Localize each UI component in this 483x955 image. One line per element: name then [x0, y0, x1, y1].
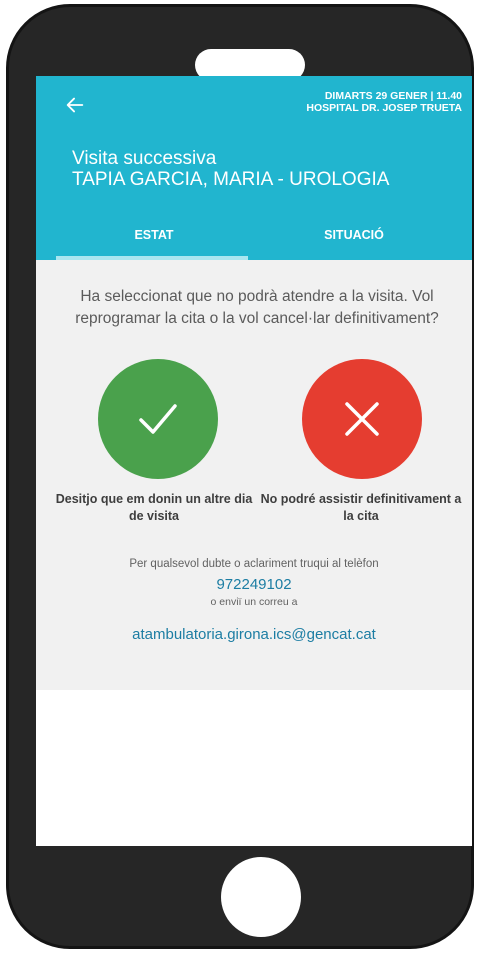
reschedule-label[interactable]: Desitjo que em donin un altre dia de vis…: [49, 491, 259, 525]
app-header: DIMARTS 29 GENER | 11.40 HOSPITAL DR. JO…: [36, 76, 472, 260]
home-button[interactable]: [221, 857, 301, 937]
email-intro: o enviï un correu a: [210, 596, 298, 608]
check-icon: [139, 404, 177, 434]
patient-service: TAPIA GARCIA, MARIA - UROLOGIA: [72, 169, 390, 190]
phone-link[interactable]: 972249102: [36, 576, 472, 593]
status-panel: Ha seleccionat que no podrà atendre a la…: [36, 260, 472, 690]
close-icon: [345, 402, 379, 436]
appointment-info: DIMARTS 29 GENER | 11.40 HOSPITAL DR. JO…: [306, 90, 462, 114]
contact-intro: Per qualsevol dubte o aclariment truqui …: [129, 558, 379, 570]
tab-situacio[interactable]: SITUACIÓ: [264, 228, 444, 242]
cancel-visit-label[interactable]: No podré assistir definitivament a la ci…: [256, 491, 466, 525]
reschedule-button[interactable]: [98, 359, 218, 479]
hospital-name: HOSPITAL DR. JOSEP TRUETA: [306, 102, 462, 114]
email-link[interactable]: atambulatoria.girona.ics@gencat.cat: [36, 626, 472, 643]
app-screen: DIMARTS 29 GENER | 11.40 HOSPITAL DR. JO…: [36, 76, 472, 846]
arrow-left-icon[interactable]: [64, 94, 86, 116]
question-text: Ha seleccionat que no podrà atendre a la…: [75, 288, 439, 327]
cancel-visit-button[interactable]: [302, 359, 422, 479]
appointment-date-time: DIMARTS 29 GENER | 11.40: [324, 90, 462, 102]
visit-type: Visita successiva: [72, 148, 217, 169]
tab-estat[interactable]: ESTAT: [64, 228, 244, 242]
